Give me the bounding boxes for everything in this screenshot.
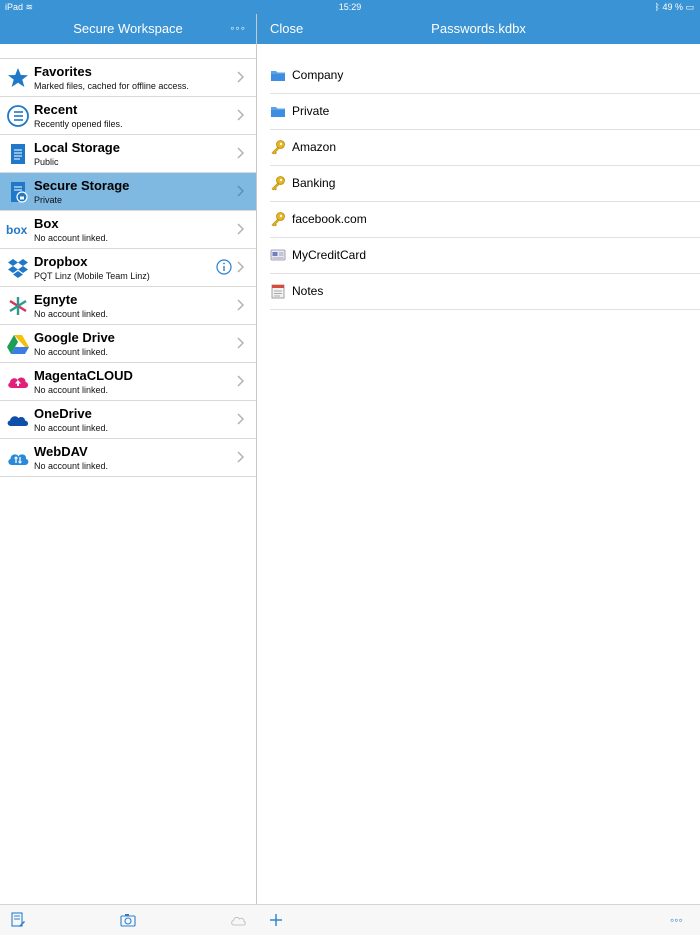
chevron-right-icon	[236, 374, 246, 388]
chevron-right-icon	[236, 222, 246, 236]
secure-document-icon	[6, 180, 30, 204]
storage-item-subtitle: PQT Linz (Mobile Team Linz)	[34, 271, 150, 281]
bottom-more-button[interactable]: ◦◦◦	[670, 912, 692, 928]
key-icon	[270, 211, 286, 227]
entry-label: Company	[292, 68, 344, 82]
storage-item-recent[interactable]: Recent Recently opened files.	[0, 97, 256, 135]
cloud-icon	[230, 912, 246, 928]
storage-item-secure-storage[interactable]: Secure Storage Private	[0, 173, 256, 211]
storage-item-title: Egnyte	[34, 292, 78, 307]
edit-list-icon[interactable]	[10, 912, 26, 928]
storage-item-local-storage[interactable]: Local Storage Public	[0, 135, 256, 173]
onedrive-logo-icon	[6, 408, 30, 432]
chevron-right-icon	[236, 450, 246, 464]
entry-private[interactable]: Private	[270, 94, 700, 130]
entry-company[interactable]: Company	[270, 58, 700, 94]
key-icon	[270, 175, 286, 191]
key-icon	[270, 139, 286, 155]
storage-item-google-drive[interactable]: Google Drive No account linked.	[0, 325, 256, 363]
storage-item-subtitle: Recently opened files.	[34, 119, 123, 129]
storage-item-title: Google Drive	[34, 330, 115, 345]
storage-item-webdav[interactable]: WebDAV No account linked.	[0, 439, 256, 477]
add-icon[interactable]	[268, 912, 284, 928]
bottom-toolbar: ◦◦◦	[0, 904, 700, 935]
right-panel-title: Passwords.kdbx	[431, 21, 526, 36]
storage-item-subtitle: Private	[34, 195, 63, 205]
storage-item-title: Recent	[34, 102, 78, 117]
storage-item-title: MagentaCLOUD	[34, 368, 133, 383]
entry-notes[interactable]: Notes	[270, 274, 700, 310]
info-icon[interactable]	[216, 259, 232, 275]
card-icon	[270, 247, 286, 263]
chevron-right-icon	[236, 298, 246, 312]
storage-item-subtitle: No account linked.	[34, 233, 109, 243]
storage-item-egnyte[interactable]: Egnyte No account linked.	[0, 287, 256, 325]
storage-item-title: Box	[34, 216, 59, 231]
chevron-right-icon	[236, 184, 246, 198]
status-bar: iPad ≋ 15:29 ᛒ 49 % ▭	[0, 0, 700, 14]
chevron-right-icon	[236, 108, 246, 122]
storage-item-favorites[interactable]: Favorites Marked files, cached for offli…	[0, 59, 256, 97]
storage-item-subtitle: No account linked.	[34, 461, 109, 471]
entry-label: Amazon	[292, 140, 337, 154]
document-icon	[6, 142, 30, 166]
storage-item-subtitle: No account linked.	[34, 385, 109, 395]
chevron-right-icon	[236, 146, 246, 160]
star-icon	[6, 66, 30, 90]
storage-item-subtitle: Public	[34, 157, 59, 167]
storage-item-box[interactable]: box Box No account linked.	[0, 211, 256, 249]
database-entry-list: Company Private Amazon Banking facebook.…	[270, 58, 700, 310]
status-right: ᛒ 49 % ▭	[654, 2, 694, 12]
storage-item-title: Local Storage	[34, 140, 120, 155]
egnyte-logo-icon	[6, 294, 30, 318]
storage-item-title: Secure Storage	[34, 178, 130, 193]
storage-item-subtitle: No account linked.	[34, 309, 109, 319]
storage-item-onedrive[interactable]: OneDrive No account linked.	[0, 401, 256, 439]
notes-icon	[270, 283, 286, 299]
storage-list: Favorites Marked files, cached for offli…	[0, 58, 256, 477]
chevron-right-icon	[236, 70, 246, 84]
chevron-right-icon	[236, 412, 246, 426]
right-navbar: Close Passwords.kdbx	[257, 14, 700, 44]
entry-banking[interactable]: Banking	[270, 166, 700, 202]
entry-label: Banking	[292, 176, 336, 190]
svg-text:box: box	[6, 223, 28, 237]
folder-icon	[270, 103, 286, 119]
battery-icon: ▭	[685, 2, 694, 12]
storage-item-title: Dropbox	[34, 254, 88, 269]
google-drive-logo-icon	[6, 332, 30, 356]
left-more-button[interactable]: ◦◦◦	[230, 21, 246, 35]
left-panel-title: Secure Workspace	[73, 21, 183, 36]
storage-item-title: OneDrive	[34, 406, 92, 421]
entry-label: Private	[292, 104, 330, 118]
folder-icon	[270, 67, 286, 83]
webdav-cloud-icon	[6, 446, 30, 470]
storage-item-subtitle: No account linked.	[34, 347, 109, 357]
entry-facebook[interactable]: facebook.com	[270, 202, 700, 238]
magenta-cloud-icon	[6, 370, 30, 394]
camera-icon[interactable]	[120, 912, 136, 928]
left-navbar: Secure Workspace ◦◦◦	[0, 14, 256, 44]
entry-label: facebook.com	[292, 212, 367, 226]
dropbox-logo-icon	[6, 256, 30, 280]
status-time: 15:29	[338, 2, 362, 12]
bluetooth-icon: ᛒ	[654, 2, 660, 12]
entry-amazon[interactable]: Amazon	[270, 130, 700, 166]
recent-list-icon	[6, 104, 30, 128]
storage-item-subtitle: Marked files, cached for offline access.	[34, 81, 189, 91]
storage-item-dropbox[interactable]: Dropbox PQT Linz (Mobile Team Linz)	[0, 249, 256, 287]
entry-label: Notes	[292, 284, 324, 298]
storage-item-title: Favorites	[34, 64, 92, 79]
chevron-right-icon	[236, 260, 246, 274]
storage-item-subtitle: No account linked.	[34, 423, 109, 433]
split-divider	[256, 14, 257, 934]
storage-item-title: WebDAV	[34, 444, 88, 459]
storage-item-magentacloud[interactable]: MagentaCLOUD No account linked.	[0, 363, 256, 401]
entry-mycreditcard[interactable]: MyCreditCard	[270, 238, 700, 274]
entry-label: MyCreditCard	[292, 248, 367, 262]
chevron-right-icon	[236, 336, 246, 350]
box-logo-icon: box	[6, 218, 30, 242]
